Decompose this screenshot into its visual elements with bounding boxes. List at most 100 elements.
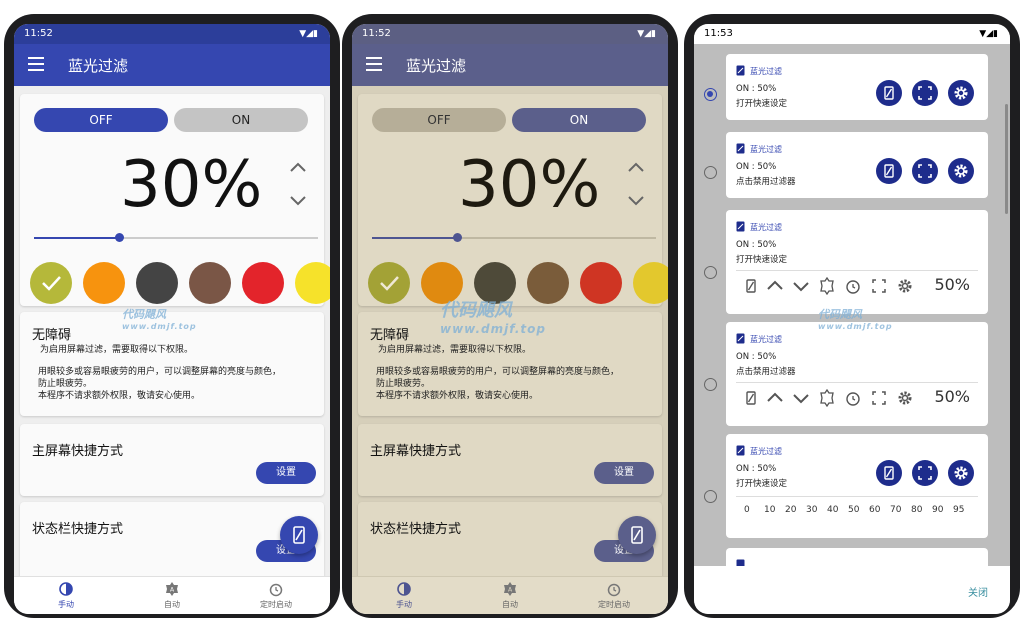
nav-item-manual[interactable]: 手动 <box>364 581 444 610</box>
alarm-icon[interactable] <box>844 277 862 295</box>
color-swatch-dark-gray[interactable] <box>136 262 178 304</box>
tile-preview-card[interactable]: 蓝光过滤 ON : 50% 打开快速设定 <box>726 54 988 120</box>
radio-option-2[interactable] <box>704 166 717 179</box>
filter-toggle-button[interactable] <box>876 158 902 184</box>
chevron-down-icon[interactable] <box>626 190 646 210</box>
gear-icon[interactable] <box>896 277 914 295</box>
chevron-up-icon[interactable] <box>766 389 784 407</box>
menu-icon[interactable] <box>28 57 44 71</box>
auto-brightness-icon[interactable] <box>818 389 836 407</box>
preset-value[interactable]: 95 <box>953 505 964 515</box>
chevron-down-icon[interactable] <box>288 190 308 210</box>
fullscreen-button[interactable] <box>912 460 938 486</box>
menu-icon[interactable] <box>366 57 382 71</box>
nav-item-auto[interactable]: A 自动 <box>470 581 550 610</box>
radio-option-5[interactable] <box>704 490 717 503</box>
accessibility-text-2: 用眼较多或容易眼疲劳的用户，可以调整屏幕的亮度与颜色， <box>38 367 282 377</box>
tile-action: 点击禁用过滤器 <box>736 177 796 187</box>
tile-status: ON : 50% <box>736 240 777 250</box>
chevron-down-icon[interactable] <box>792 277 810 295</box>
home-shortcut-button[interactable]: 设置 <box>594 462 654 484</box>
color-swatch-yellow[interactable] <box>633 262 668 304</box>
preset-value[interactable]: 20 <box>785 505 796 515</box>
settings-button[interactable] <box>948 460 974 486</box>
radio-option-1[interactable] <box>704 88 717 101</box>
tile-preview-card[interactable]: 蓝光过滤 ON : 50% 打开快速设定 50% <box>726 210 988 314</box>
preset-value[interactable]: 50 <box>848 505 859 515</box>
color-swatch-brown[interactable] <box>189 262 231 304</box>
color-swatch-red[interactable] <box>580 262 622 304</box>
status-bar: 11:52 ▼◢▮ <box>14 24 330 44</box>
fullscreen-button[interactable] <box>912 80 938 106</box>
slider-knob[interactable] <box>453 233 463 242</box>
watermark-main: 代码飓风 <box>440 300 512 321</box>
off-button[interactable]: OFF <box>372 108 506 132</box>
bottom-navigation: 手动 A 自动 定时启动 <box>352 576 668 614</box>
preset-value[interactable]: 40 <box>827 505 838 515</box>
filter-toggle-button[interactable] <box>876 460 902 486</box>
chevron-down-icon[interactable] <box>792 389 810 407</box>
watermark: 代码飓风 www.dmjf.top <box>818 306 893 331</box>
chevron-up-icon[interactable] <box>626 158 646 178</box>
tile-preview-card[interactable]: 蓝光过滤 ON : 50% 点击禁用过滤器 <box>726 132 988 198</box>
accessibility-text-1: 为启用屏幕过滤，需要取得以下权限。 <box>40 345 194 355</box>
color-swatch-olive[interactable] <box>30 262 72 304</box>
phone-filter-icon[interactable] <box>742 389 760 407</box>
close-button[interactable]: 关闭 <box>968 584 988 599</box>
on-button[interactable]: ON <box>174 108 308 132</box>
on-button[interactable]: ON <box>512 108 646 132</box>
scrollbar[interactable] <box>1005 104 1008 214</box>
chevron-up-icon[interactable] <box>766 277 784 295</box>
preset-value[interactable]: 60 <box>869 505 880 515</box>
nav-item-auto[interactable]: A 自动 <box>132 581 212 610</box>
percent-preset-row: 0 10 20 30 40 50 60 70 80 90 95 <box>736 496 978 526</box>
preset-value[interactable]: 10 <box>764 505 775 515</box>
auto-brightness-icon[interactable] <box>818 277 836 295</box>
home-shortcut-title: 主屏幕快捷方式 <box>370 444 462 459</box>
gear-icon[interactable] <box>896 389 914 407</box>
filter-toggle-fab[interactable] <box>618 516 656 554</box>
tile-preview-card[interactable]: 蓝光过滤 ON : 50% 打开快速设定 0 10 20 30 40 50 60… <box>726 434 988 538</box>
app-icon <box>736 333 745 344</box>
home-shortcut-button[interactable]: 设置 <box>256 462 316 484</box>
color-swatch-orange[interactable] <box>83 262 125 304</box>
tile-action: 点击禁用过滤器 <box>736 367 796 377</box>
color-swatch-olive[interactable] <box>368 262 410 304</box>
nav-item-manual[interactable]: 手动 <box>26 581 106 610</box>
app-icon <box>736 559 745 566</box>
preset-value[interactable]: 70 <box>890 505 901 515</box>
fullscreen-icon[interactable] <box>870 389 888 407</box>
phone-filter-icon[interactable] <box>742 277 760 295</box>
tile-preview-card-partial[interactable] <box>726 548 988 566</box>
fullscreen-icon[interactable] <box>870 277 888 295</box>
tile-toolbar: 50% <box>736 382 978 416</box>
filter-toggle-button[interactable] <box>876 80 902 106</box>
check-icon <box>380 276 399 291</box>
slider-knob[interactable] <box>115 233 125 242</box>
filter-toggle-fab[interactable] <box>280 516 318 554</box>
alarm-icon[interactable] <box>844 389 862 407</box>
radio-option-4[interactable] <box>704 378 717 391</box>
off-button[interactable]: OFF <box>34 108 168 132</box>
chevron-up-icon[interactable] <box>288 158 308 178</box>
fullscreen-icon <box>918 466 932 480</box>
accessibility-title: 无障碍 <box>32 328 72 343</box>
watermark: 代码飓风 www.dmjf.top <box>122 306 197 331</box>
status-time: 11:52 <box>362 28 391 39</box>
settings-button[interactable] <box>948 158 974 184</box>
color-swatch-yellow[interactable] <box>295 262 330 304</box>
fullscreen-button[interactable] <box>912 158 938 184</box>
radio-option-3[interactable] <box>704 266 717 279</box>
intensity-slider[interactable] <box>372 233 656 242</box>
page-title: 蓝光过滤 <box>406 57 467 75</box>
settings-button[interactable] <box>948 80 974 106</box>
nav-item-timer[interactable]: 定时启动 <box>236 581 316 610</box>
preset-value[interactable]: 80 <box>911 505 922 515</box>
color-swatch-red[interactable] <box>242 262 284 304</box>
preset-value[interactable]: 90 <box>932 505 943 515</box>
preset-value[interactable]: 0 <box>744 505 750 515</box>
nav-item-timer[interactable]: 定时启动 <box>574 581 654 610</box>
preset-value[interactable]: 30 <box>806 505 817 515</box>
intensity-slider[interactable] <box>34 233 318 242</box>
tile-preview-card[interactable]: 蓝光过滤 ON : 50% 点击禁用过滤器 50% <box>726 322 988 426</box>
